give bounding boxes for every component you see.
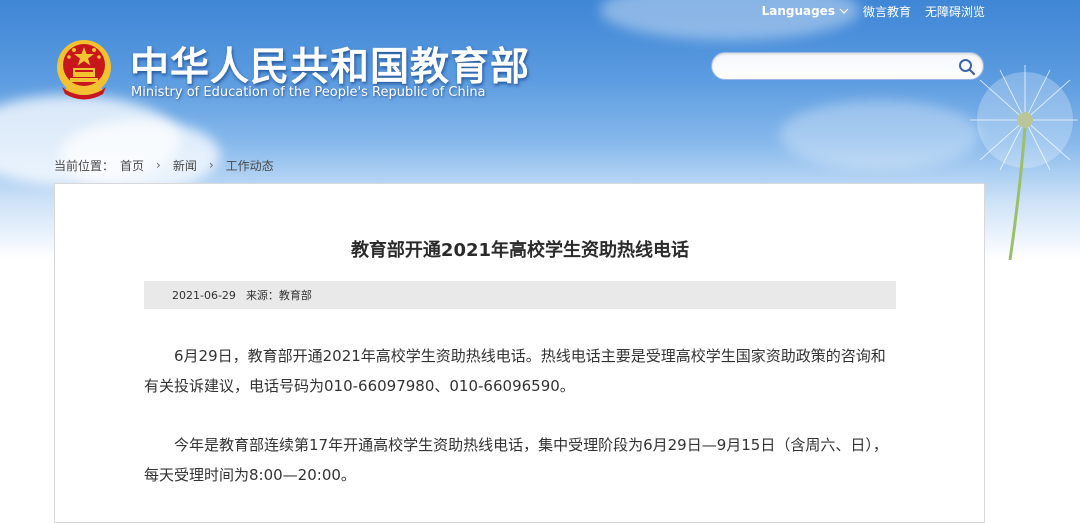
site-title-en: Ministry of Education of the People's Re… [131, 85, 486, 100]
languages-dropdown[interactable]: Languages [762, 4, 849, 18]
article-meta-bar: 2021-06-29 来源：教育部 [144, 281, 896, 309]
search-input[interactable] [724, 57, 958, 77]
breadcrumb-work-news[interactable]: 工作动态 [226, 157, 274, 174]
chevron-down-icon [839, 8, 849, 14]
national-emblem-icon[interactable] [54, 37, 114, 101]
weiyan-link[interactable]: 微言教育 [863, 3, 911, 20]
breadcrumb: 当前位置： 首页 › 新闻 › 工作动态 [54, 156, 274, 174]
breadcrumb-separator-icon: › [156, 158, 161, 172]
article-date: 2021-06-29 [172, 288, 236, 302]
breadcrumb-separator-icon: › [208, 158, 214, 172]
languages-label: Languages [761, 4, 835, 18]
site-title-cn[interactable]: 中华人民共和国教育部 [130, 36, 530, 92]
article-paragraph-1: 6月29日，教育部开通2021年高校学生资助热线电话。热线电话主要是受理高校学生… [144, 347, 886, 395]
breadcrumb-prefix: 当前位置： [54, 158, 115, 173]
article-paragraph-2: 今年是教育部连续第17年开通高校学生资助热线电话，集中受理阶段为6月29日—9月… [144, 436, 888, 484]
top-links: Languages 微言教育 无障碍浏览 [762, 2, 985, 20]
article-source: 来源：教育部 [245, 289, 312, 302]
breadcrumb-home[interactable]: 首页 [120, 157, 144, 174]
accessibility-link[interactable]: 无障碍浏览 [925, 3, 985, 20]
article-title: 教育部开通2021年高校学生资助热线电话 [350, 240, 690, 261]
breadcrumb-news[interactable]: 新闻 [173, 157, 197, 174]
